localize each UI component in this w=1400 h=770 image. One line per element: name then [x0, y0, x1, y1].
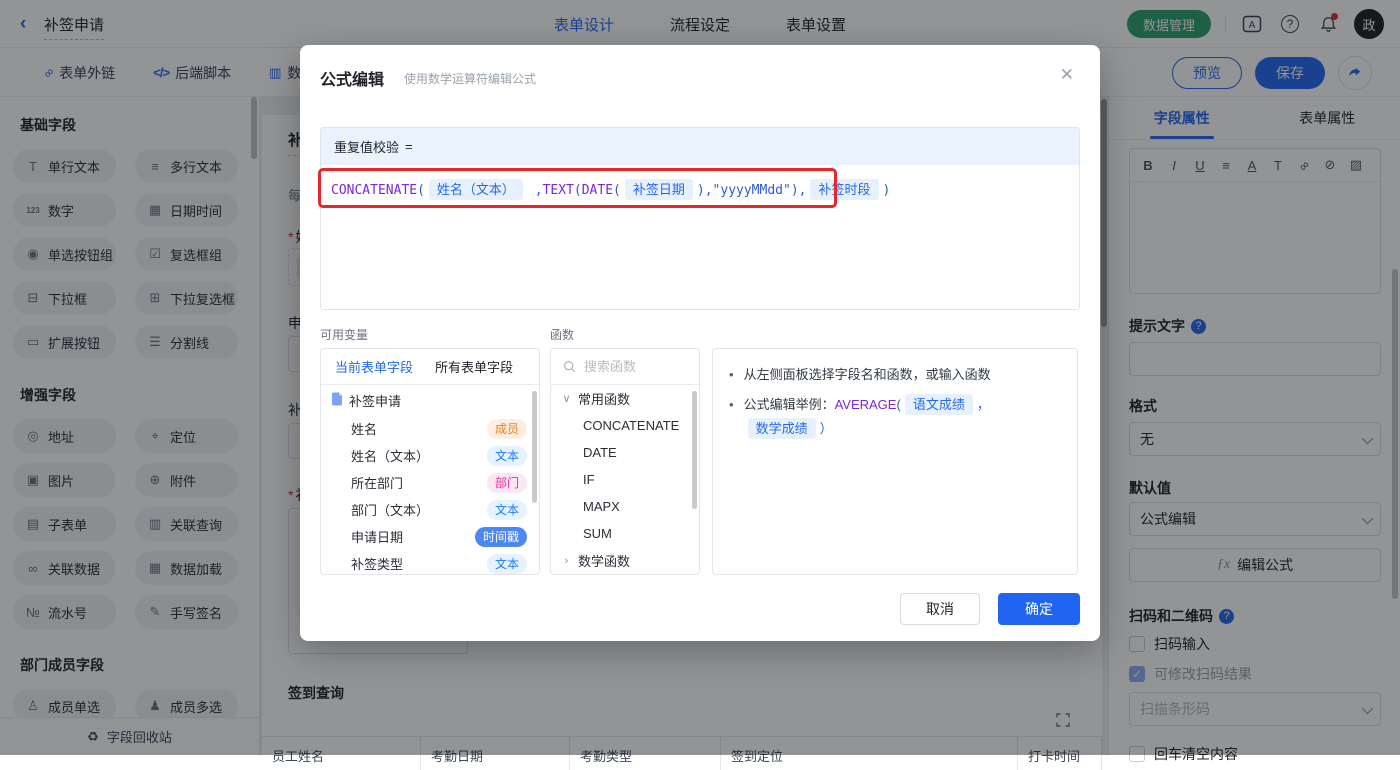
variable-name: 姓名 — [351, 419, 481, 438]
field-chip: 补签日期 — [625, 179, 693, 200]
tab-all-form-fields[interactable]: 所有表单字段 — [435, 357, 513, 376]
function-item-MAPX[interactable]: MAPX — [551, 493, 699, 520]
variables-scrollbar-thumb[interactable] — [532, 391, 537, 503]
function-token: CONCATENATE — [331, 183, 417, 198]
variable-row-姓名（文本）[interactable]: 姓名（文本） 文本 — [321, 442, 539, 469]
formula-box: 重复值校验= CONCATENATE(姓名（文本） ,TEXT(DATE(补签日… — [320, 127, 1080, 310]
variables-label: 可用变量 — [320, 326, 368, 343]
operator-token: ( — [417, 183, 425, 198]
function-item-SUM[interactable]: SUM — [551, 520, 699, 547]
function-token: TEXT — [543, 183, 574, 198]
function-group-name: 常用函数 — [578, 389, 630, 408]
modal-title: 公式编辑 — [320, 66, 384, 90]
operator-token: ） — [820, 421, 833, 436]
operator-token: ( — [574, 183, 582, 198]
variable-name: 部门（文本） — [351, 500, 481, 519]
variable-row-申请日期[interactable]: 申请日期时间戳 — [321, 523, 539, 550]
operator-token: ( — [896, 397, 900, 412]
variable-row-所在部门[interactable]: 所在部门部门 — [321, 469, 539, 496]
variable-name: 申请日期 — [351, 527, 469, 546]
field-chip: 语文成绩 — [905, 394, 973, 415]
function-item-DATE[interactable]: DATE — [551, 439, 699, 466]
modal-subtitle: 使用数学运算符编辑公式 — [404, 70, 536, 87]
operator-token: , — [527, 183, 543, 198]
functions-panel: ∨ 常用函数 CONCATENATEDATEIFMAPXSUM › 数学函数 ›文本函数 — [550, 348, 700, 575]
help-example: 公式编辑举例：AVERAGE(语文成绩，数学成绩） — [729, 393, 1061, 441]
operator-token: ( — [613, 183, 621, 198]
function-token: AVERAGE — [835, 397, 897, 412]
field-chip: 姓名（文本） — [429, 179, 523, 200]
tab-current-form-fields[interactable]: 当前表单字段 — [335, 357, 413, 376]
function-token: DATE — [582, 183, 613, 198]
caret-right-icon: › — [561, 555, 572, 567]
field-chip: 数学成绩 — [748, 418, 816, 439]
help-panel: 从左侧面板选择字段名和函数，或输入函数 公式编辑举例：AVERAGE(语文成绩，… — [712, 348, 1078, 575]
variable-type-badge: 文本 — [487, 554, 527, 574]
operator-token: ) — [883, 183, 891, 198]
variable-name: 所在部门 — [351, 473, 481, 492]
variable-type-badge: 文本 — [487, 446, 527, 466]
function-group-数学函数[interactable]: › 数学函数 — [551, 547, 699, 574]
search-icon — [563, 360, 576, 373]
function-item-IF[interactable]: IF — [551, 466, 699, 493]
help-tip: 从左侧面板选择字段名和函数，或输入函数 — [729, 363, 1061, 387]
function-group-常用函数[interactable]: ∨ 常用函数 — [551, 385, 699, 412]
function-search-input[interactable] — [584, 359, 684, 374]
operator-token: ), — [697, 183, 713, 198]
close-icon[interactable]: ✕ — [1060, 65, 1074, 85]
variable-form-name: 补签申请 — [349, 391, 527, 410]
variable-name: 姓名（文本） — [351, 446, 481, 465]
variable-row-姓名[interactable]: 姓名成员 — [321, 415, 539, 442]
functions-scrollbar-thumb[interactable] — [692, 391, 697, 509]
operator-token: ), — [791, 183, 807, 198]
variable-type-badge: 时间戳 — [475, 527, 527, 547]
formula-editor-modal: 公式编辑 使用数学运算符编辑公式 ✕ 重复值校验= CONCATENATE(姓名… — [300, 45, 1100, 641]
function-group-文本函数[interactable]: ›文本函数 — [551, 574, 699, 575]
variable-form-node[interactable]: 补签申请 — [321, 385, 539, 415]
variable-type-badge: 成员 — [487, 419, 527, 439]
cancel-button[interactable]: 取消 — [900, 593, 980, 625]
variable-name: 补签类型 — [351, 554, 481, 573]
variables-panel: 当前表单字段 所有表单字段 补签申请姓名成员姓名（文本）文本所在部门部门部门（文… — [320, 348, 540, 575]
function-group-name: 数学函数 — [578, 551, 630, 570]
function-search[interactable] — [551, 349, 699, 385]
variable-type-badge: 文本 — [487, 500, 527, 520]
variable-row-部门（文本）[interactable]: 部门（文本） 文本 — [321, 496, 539, 523]
variable-row-补签类型[interactable]: 补签类型文本 — [321, 550, 539, 575]
confirm-button[interactable]: 确定 — [998, 593, 1080, 625]
variable-type-badge: 部门 — [487, 473, 527, 493]
operator-token: ， — [977, 397, 990, 412]
formula-target: 重复值校验= — [321, 128, 1079, 165]
function-item-CONCATENATE[interactable]: CONCATENATE — [551, 412, 699, 439]
functions-label: 函数 — [550, 326, 574, 343]
form-doc-icon — [331, 392, 343, 409]
caret-down-icon: ∨ — [561, 392, 572, 405]
formula-editor-area[interactable]: CONCATENATE(姓名（文本） ,TEXT(DATE(补签日期),"yyy… — [321, 165, 1079, 217]
string-token: "yyyyMMdd" — [713, 183, 791, 198]
field-chip: 补签时段 — [810, 179, 878, 200]
